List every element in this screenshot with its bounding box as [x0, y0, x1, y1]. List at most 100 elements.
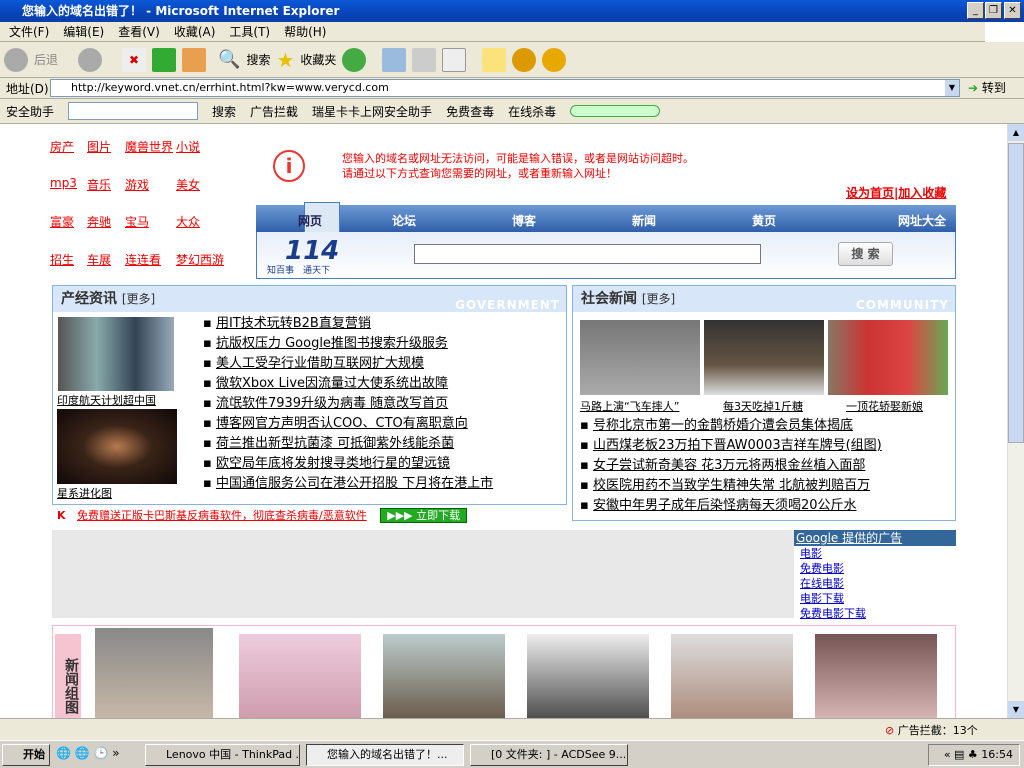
search-icon[interactable]: 🔍: [218, 49, 240, 70]
category-link[interactable]: 招生: [50, 251, 74, 268]
menu-favorites[interactable]: 收藏(A): [174, 25, 216, 39]
search-button[interactable]: 搜索: [246, 51, 270, 68]
photo-caption[interactable]: 一顶花轿娶新娘: [846, 398, 923, 414]
news-link[interactable]: 流氓软件7939升级为病毒 随意改写首页: [216, 396, 448, 411]
mail-icon[interactable]: [382, 47, 407, 72]
print-icon[interactable]: [412, 47, 437, 72]
news-photo[interactable]: [580, 320, 700, 395]
rising-icon[interactable]: [512, 47, 537, 72]
ad-block-button[interactable]: 广告拦截: [250, 103, 298, 120]
news-link[interactable]: 女子尝试新奇美容 花3万元将两根金丝植入面部: [593, 458, 865, 473]
menu-edit[interactable]: 编辑(E): [63, 25, 104, 39]
address-input[interactable]: http://keyword.vnet.cn/errhint.html?kw=w…: [50, 79, 960, 97]
gallery-photo[interactable]: [671, 634, 793, 718]
image-caption[interactable]: 印度航天计划超中国: [57, 392, 156, 408]
add-favorite-link[interactable]: 加入收藏: [898, 186, 946, 200]
google-ad-link[interactable]: 电影: [800, 546, 956, 561]
menu-file[interactable]: 文件(F): [9, 25, 49, 39]
free-scan-button[interactable]: 免费查毒: [446, 103, 494, 120]
menu-tools[interactable]: 工具(T): [229, 25, 270, 39]
news-link[interactable]: 抗版权压力 Google推图书搜索升级服务: [216, 336, 448, 351]
category-link[interactable]: 富豪: [50, 213, 74, 230]
news-photo[interactable]: [828, 320, 948, 395]
category-link[interactable]: 图片: [87, 138, 111, 155]
edit-icon[interactable]: [442, 47, 467, 72]
toolbar-search-button[interactable]: 搜索: [212, 103, 236, 120]
online-antivirus-button[interactable]: 在线杀毒: [508, 103, 556, 120]
task-ie-active[interactable]: 您输入的域名出错了！...: [306, 744, 464, 766]
vertical-scrollbar[interactable]: ▲ ▼: [1007, 124, 1024, 718]
rocket-image[interactable]: [58, 317, 174, 391]
rising-kaka-button[interactable]: 瑞星卡卡上网安全助手: [312, 103, 432, 120]
security-assistant-button[interactable]: 安全助手: [6, 103, 54, 120]
category-link[interactable]: 梦幻西游: [176, 251, 224, 268]
gallery-photo[interactable]: [95, 628, 213, 718]
category-link[interactable]: 车展: [87, 251, 111, 268]
category-link[interactable]: 游戏: [125, 176, 149, 193]
address-dropdown[interactable]: ▼: [945, 80, 959, 96]
tray-icons[interactable]: « ▤ ♣: [944, 748, 981, 761]
news-link[interactable]: 安徽中年男子成年后染怪病每天须喝20公斤水: [593, 498, 857, 513]
category-link[interactable]: 魔兽世界: [125, 138, 173, 155]
download-button[interactable]: ▶▶▶ 立即下载: [380, 508, 468, 523]
scroll-up-button[interactable]: ▲: [1008, 124, 1024, 141]
baidu-search-combo[interactable]: [68, 102, 199, 120]
news-link[interactable]: 山西煤老板23万拍下晋AW0003吉祥车牌号(组图): [593, 438, 882, 453]
google-ad-link[interactable]: 免费电影下载: [800, 606, 956, 621]
category-link[interactable]: 房产: [50, 138, 74, 155]
category-link[interactable]: 美女: [176, 176, 200, 193]
image-caption[interactable]: 星系进化图: [57, 485, 112, 501]
gallery-photo[interactable]: [527, 634, 649, 718]
gallery-photo[interactable]: [383, 634, 505, 718]
news-link[interactable]: 号称北京市第一的金鹊桥婚介遭会员集体揭底: [593, 418, 853, 433]
menu-help[interactable]: 帮助(H): [284, 25, 326, 39]
task-acdsee[interactable]: [0 文件夹: ] - ACDSee 9...: [470, 744, 628, 766]
back-button[interactable]: 后退: [34, 51, 58, 68]
quicklaunch-icons[interactable]: 🌐 🌐 🕒 »: [56, 746, 120, 760]
tab-news[interactable]: 新闻: [632, 212, 656, 229]
news-link[interactable]: 博客网官方声明否认COO、CTO有离职意向: [216, 416, 468, 431]
search-submit-button[interactable]: 搜 索: [838, 242, 893, 266]
go-button[interactable]: ➔ 转到: [968, 79, 1006, 96]
news-link[interactable]: 用IT技术玩转B2B直复营销: [216, 316, 371, 331]
category-link[interactable]: 宝马: [125, 213, 149, 230]
category-link[interactable]: 小说: [176, 138, 200, 155]
news-link[interactable]: 校医院用药不当致学生精神失常 北航被判赔百万: [593, 478, 870, 493]
category-link[interactable]: 大众: [176, 213, 200, 230]
category-link[interactable]: 奔驰: [87, 213, 111, 230]
close-button[interactable]: ✕: [1004, 2, 1021, 19]
google-ads-title[interactable]: Google 提供的广告: [794, 530, 956, 546]
google-ad-link[interactable]: 在线电影: [800, 576, 956, 591]
forward-icon[interactable]: [78, 47, 103, 72]
news-link[interactable]: 欧空局年底将发射搜寻类地行星的望远镜: [216, 456, 450, 471]
history-icon[interactable]: [342, 47, 367, 72]
gallery-photo[interactable]: [239, 634, 361, 718]
favorites-icon[interactable]: ★: [276, 48, 294, 72]
news-photo[interactable]: [704, 320, 824, 395]
news-link[interactable]: 中国通信服务公司在港公开招股 下月将在港上市: [216, 476, 493, 491]
minimize-button[interactable]: _: [967, 2, 984, 19]
news-link[interactable]: 美人工受孕行业借助互联网扩大规模: [216, 356, 424, 371]
task-lenovo[interactable]: Lenovo 中国 - ThinkPad ...: [145, 744, 300, 766]
news-link[interactable]: 荷兰推出新型抗菌漆 可抵御紫外线能杀菌: [216, 436, 454, 451]
search-input[interactable]: [414, 244, 761, 264]
more-link[interactable]: [更多]: [122, 292, 155, 306]
back-icon[interactable]: [4, 47, 28, 72]
set-homepage-link[interactable]: 设为首页: [846, 186, 894, 200]
galaxy-image[interactable]: [57, 409, 177, 484]
favorites-button[interactable]: 收藏夹: [300, 51, 336, 68]
stop-icon[interactable]: ✖: [122, 47, 147, 72]
more-link[interactable]: [更多]: [642, 292, 675, 306]
category-link[interactable]: 音乐: [87, 176, 111, 193]
scroll-down-button[interactable]: ▼: [1008, 701, 1024, 718]
photo-caption[interactable]: 每3天吃掉1斤糖: [723, 398, 803, 414]
tab-url-directory[interactable]: 网址大全: [898, 212, 946, 229]
kaspersky-link[interactable]: 免费赠送正版卡巴斯基反病毒软件，彻底查杀病毒/恶意软件: [77, 509, 367, 522]
tab-yellowpages[interactable]: 黄页: [752, 212, 776, 229]
home-icon[interactable]: [182, 47, 207, 72]
lion-icon[interactable]: [542, 47, 567, 72]
google-ad-link[interactable]: 免费电影: [800, 561, 956, 576]
tab-blog[interactable]: 博客: [512, 212, 536, 229]
start-button[interactable]: 开始: [2, 744, 50, 766]
photo-caption[interactable]: 马路上演“飞车摔人”: [580, 398, 679, 414]
